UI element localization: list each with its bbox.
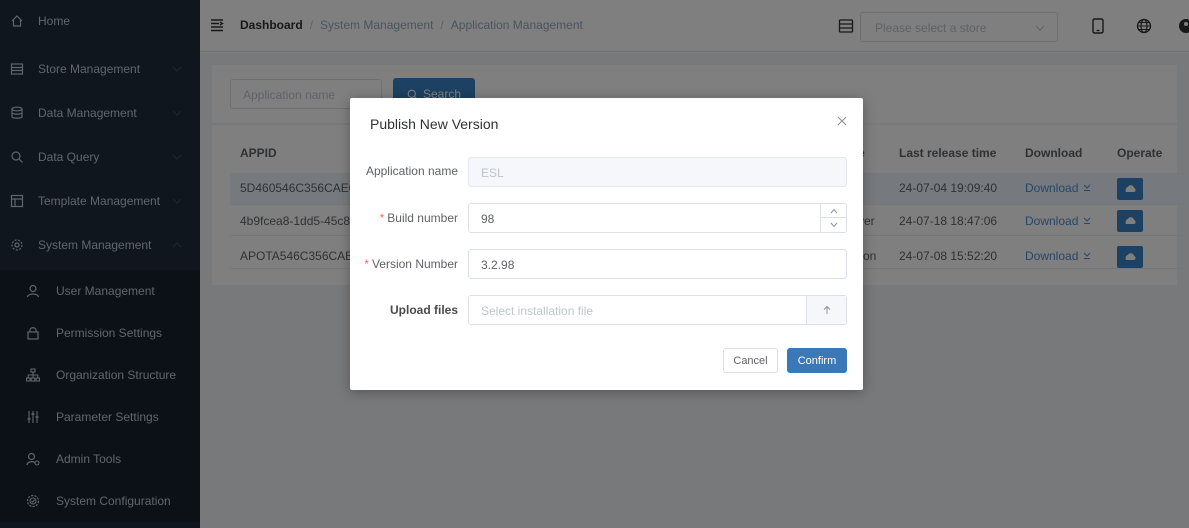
upload-button[interactable] [806, 296, 846, 324]
build-number-label: * Build number [380, 211, 458, 225]
version-number-label-text: Version Number [371, 257, 458, 271]
build-number-stepper [820, 204, 847, 232]
confirm-button[interactable]: Confirm [787, 348, 847, 373]
application-name-label: Application name [365, 164, 458, 178]
publish-version-dialog: Publish New Version Application name ESL… [350, 98, 863, 390]
build-number-value: 98 [481, 212, 495, 226]
decrement-button[interactable] [821, 218, 847, 232]
version-number-label: * Version Number [364, 257, 458, 271]
required-mark: * [379, 211, 385, 225]
upload-file-field[interactable]: Select installation file [468, 295, 847, 325]
chevron-down-icon [830, 222, 838, 228]
build-number-field[interactable]: 98 [468, 203, 847, 233]
chevron-up-icon [830, 208, 838, 213]
increment-button[interactable] [821, 204, 847, 218]
version-number-value: 3.2.98 [481, 258, 515, 272]
required-mark: * [364, 257, 369, 271]
close-icon[interactable] [837, 116, 847, 126]
upload-files-label: Upload files [389, 303, 458, 317]
application-name-field: ESL [468, 157, 847, 187]
cancel-button[interactable]: Cancel [723, 348, 778, 373]
upload-file-placeholder: Select installation file [481, 304, 594, 318]
dialog-title: Publish New Version [370, 116, 499, 132]
arrow-up-icon [823, 305, 830, 314]
version-number-field[interactable]: 3.2.98 [468, 249, 847, 279]
application-name-value: ESL [481, 166, 504, 180]
build-number-label-text: Build number [387, 211, 458, 225]
